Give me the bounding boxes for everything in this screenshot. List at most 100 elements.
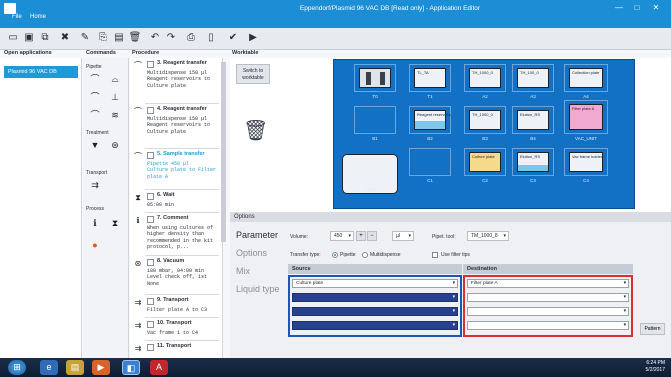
destination-row-2[interactable]: ▾ — [467, 293, 629, 302]
slot-a4[interactable]: Collection plate A4 — [564, 64, 608, 99]
radio-pipette[interactable] — [332, 252, 338, 258]
procedure-step[interactable]: ⇉ 9. Transport Filter plate A to C3 — [130, 295, 222, 317]
labware[interactable]: Collection plate — [569, 68, 603, 88]
redo-icon[interactable]: ↷ — [164, 31, 178, 45]
step-checkbox[interactable] — [147, 107, 154, 114]
labware[interactable]: Elution_RS — [517, 110, 549, 130]
pdf-icon[interactable]: A — [150, 360, 168, 375]
minimize-icon[interactable]: — — [612, 2, 626, 14]
tip-icon[interactable]: ⊥ — [108, 90, 122, 104]
validate-icon[interactable]: ✔ — [226, 31, 240, 45]
vacuum-cmd-icon[interactable]: ▼ — [88, 138, 102, 152]
step-checkbox[interactable] — [147, 216, 154, 223]
labware[interactable]: Elution_RS — [517, 152, 549, 172]
close-icon[interactable]: ✕ — [649, 2, 663, 14]
volume-field[interactable]: 450 ▾ — [330, 231, 354, 241]
slot-c2[interactable]: Culture plate C2 — [464, 148, 506, 183]
procedure-step[interactable]: ℹ 7. Comment When using cultures of high… — [130, 213, 222, 255]
switch-worktable-button[interactable]: Switch to worktable — [236, 64, 270, 84]
media-icon[interactable]: ▶ — [92, 360, 110, 375]
open-app-item[interactable]: Plasmid 96 VAC DB — [4, 66, 78, 78]
slot-t0[interactable]: T0 — [354, 64, 396, 99]
slot-c3[interactable]: Elution_RS C3 — [512, 148, 554, 183]
info-icon[interactable]: ℹ — [88, 216, 102, 230]
save-icon[interactable]: ▣ — [22, 31, 36, 45]
destination-row-3[interactable]: ▾ — [467, 307, 629, 316]
pipette-icon[interactable]: ⌒ — [88, 72, 102, 86]
slot-waste[interactable]: Waste — [340, 152, 402, 202]
slot-a3[interactable]: TH_100_0 A3 — [512, 64, 554, 99]
run-icon[interactable]: ▶ — [246, 31, 260, 45]
step-checkbox[interactable] — [147, 193, 154, 200]
slot-b3[interactable]: TH_1000_0 B3 — [464, 106, 506, 141]
browser-icon[interactable]: e — [40, 360, 58, 375]
slot-b2[interactable]: Reagent reservoirs B2 — [409, 106, 451, 141]
delete-icon[interactable]: 🗑 — [128, 31, 142, 45]
filter-plate[interactable]: Filter plate A — [569, 104, 603, 130]
mix-icon[interactable]: ≋ — [108, 108, 122, 122]
nav-mix[interactable]: Mix — [236, 266, 250, 276]
procedure-step[interactable]: ⌒ 3. Reagent transfer Multidispense 150 … — [130, 58, 222, 104]
labware[interactable]: TL_TA — [414, 68, 446, 88]
step-checkbox[interactable] — [147, 321, 154, 328]
tip-rack[interactable] — [359, 68, 391, 88]
destination-row-1[interactable]: Filter plate A ▾ — [467, 279, 629, 288]
nav-parameter[interactable]: Parameter — [236, 230, 278, 240]
pattern-button[interactable]: Pattern — [640, 323, 665, 335]
volume-unit-select[interactable]: µl ▾ — [392, 231, 414, 241]
slot-b4[interactable]: Elution_RS B4 — [512, 106, 554, 141]
procedure-step[interactable]: ⇉ 10. Transport Vac frame 1 to C4 — [130, 318, 222, 340]
stop-icon[interactable]: ● — [88, 238, 102, 252]
multi-pipette-icon[interactable]: ⌓ — [108, 72, 122, 86]
undo-icon[interactable]: ↶ — [148, 31, 162, 45]
procedure-scrollbar[interactable] — [221, 62, 226, 242]
nav-options[interactable]: Options — [236, 248, 267, 258]
procedure-step[interactable]: ⌒ 4. Reagent transfer Multidispense 150 … — [130, 104, 222, 148]
volume-increase-button[interactable]: + — [356, 231, 366, 241]
filter-tips-checkbox[interactable] — [432, 252, 438, 258]
procedure-step[interactable]: ⧗ 6. Wait 05:00 min — [130, 190, 222, 212]
explorer-icon[interactable]: ▤ — [66, 360, 84, 375]
open-icon[interactable]: ▭ — [6, 31, 20, 45]
step-checkbox[interactable] — [147, 259, 154, 266]
app-icon[interactable]: ◧ — [122, 360, 140, 375]
step-checkbox[interactable] — [147, 344, 154, 351]
step-checkbox[interactable] — [147, 152, 154, 159]
close-file-icon[interactable]: ✖ — [58, 31, 72, 45]
paste-icon[interactable]: ▤ — [112, 31, 126, 45]
reagent-reservoirs[interactable]: Reagent reservoirs — [414, 110, 451, 130]
step-checkbox[interactable] — [147, 61, 154, 68]
labware[interactable]: TH_100_0 — [517, 68, 549, 88]
slot-t1[interactable]: TL_TA T1 — [409, 64, 451, 99]
procedure-step[interactable]: ⇉ 11. Transport — [130, 341, 222, 358]
reagent-icon[interactable]: ⌒ — [88, 90, 102, 104]
dilute-icon[interactable]: ⌒ — [88, 108, 102, 122]
labware[interactable]: TH_1000_0 — [469, 68, 501, 88]
source-row-4[interactable]: ▾ — [292, 321, 458, 330]
culture-plate[interactable]: Culture plate — [469, 152, 501, 172]
slot-a2[interactable]: TH_1000_0 A2 — [464, 64, 506, 99]
slot-b1[interactable]: B1 — [354, 106, 396, 141]
slot-b5[interactable]: Filter plate A VAC_UNIT — [564, 100, 608, 141]
step-checkbox[interactable] — [147, 298, 154, 305]
pipette-tool-select[interactable]: TM_1000_8 ▾ — [467, 231, 509, 241]
start-icon[interactable]: ⊞ — [8, 360, 26, 375]
slot-c4[interactable]: Vac frame holder C4 — [564, 148, 608, 183]
source-row-3[interactable]: ▾ — [292, 307, 458, 316]
trash-icon[interactable]: 🗑 — [243, 118, 268, 143]
transport-cmd-icon[interactable]: ⇉ — [88, 178, 102, 192]
print-icon[interactable]: ⎙ — [184, 31, 198, 45]
destination-row-4[interactable]: ▾ — [467, 321, 629, 330]
source-row-2[interactable]: ▾ — [292, 293, 458, 302]
save-as-icon[interactable]: ⧉ — [38, 31, 52, 45]
shake-icon[interactable]: ⊛ — [108, 138, 122, 152]
labware[interactable]: TH_1000_0 — [469, 110, 501, 130]
preview-icon[interactable]: ▯ — [204, 31, 218, 45]
slot-c1[interactable]: C1 — [409, 148, 451, 183]
source-row-1[interactable]: Culture plate ▾ — [292, 279, 458, 288]
nav-liquid-type[interactable]: Liquid type — [236, 284, 280, 294]
maximize-icon[interactable]: □ — [630, 2, 644, 14]
procedure-step-selected[interactable]: ⌒ 5. Sample transfer Pipette 450 µl Cult… — [130, 149, 222, 189]
labware[interactable]: Vac frame holder — [569, 152, 603, 172]
radio-multidispense[interactable] — [362, 252, 368, 258]
